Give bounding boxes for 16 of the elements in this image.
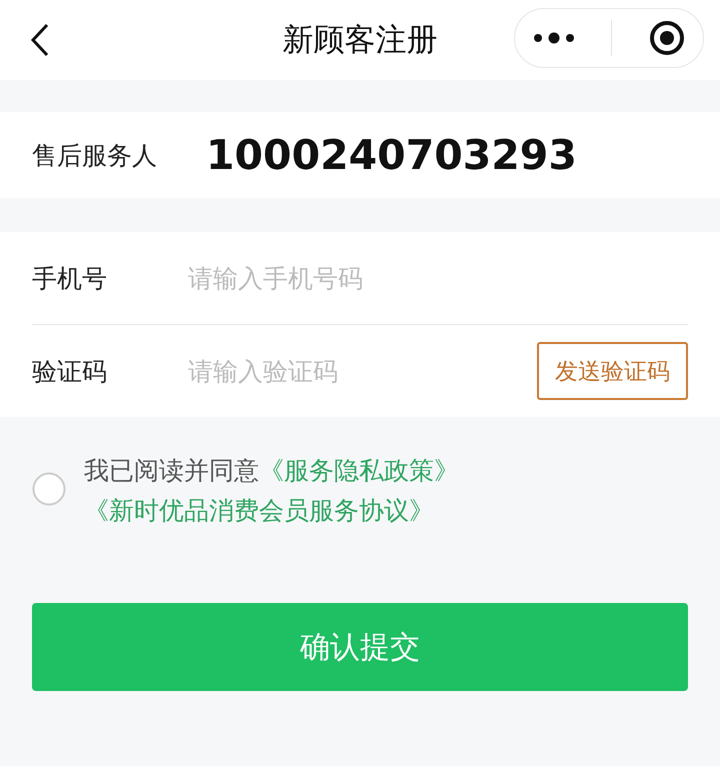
field-value: 1000240703293 xyxy=(206,131,577,179)
agreement-text: 我已阅读并同意《服务隐私政策》 《新时优品消费会员服务协议》 xyxy=(84,455,460,527)
back-icon[interactable] xyxy=(30,23,50,57)
input-field[interactable]: 请输入手机号码 xyxy=(188,264,688,292)
field-label: 验证码 xyxy=(32,356,108,388)
field-label: 手机号 xyxy=(32,262,108,294)
agreement-link[interactable]: 《新时优品消费会员服务协议》 xyxy=(84,496,434,525)
page-title: 新顾客注册 xyxy=(282,21,438,60)
input-field[interactable]: 请输入验证码 xyxy=(188,356,537,386)
field-label: 售后服务人 xyxy=(32,140,158,172)
agreement-link[interactable]: 《服务隐私政策》 xyxy=(259,456,459,485)
submit-button[interactable]: 确认提交 xyxy=(32,603,688,691)
send-code-button[interactable]: 发送验证码 xyxy=(537,342,688,400)
more-icon[interactable] xyxy=(533,32,576,44)
checkbox[interactable] xyxy=(32,472,66,506)
close-icon[interactable] xyxy=(648,20,685,56)
